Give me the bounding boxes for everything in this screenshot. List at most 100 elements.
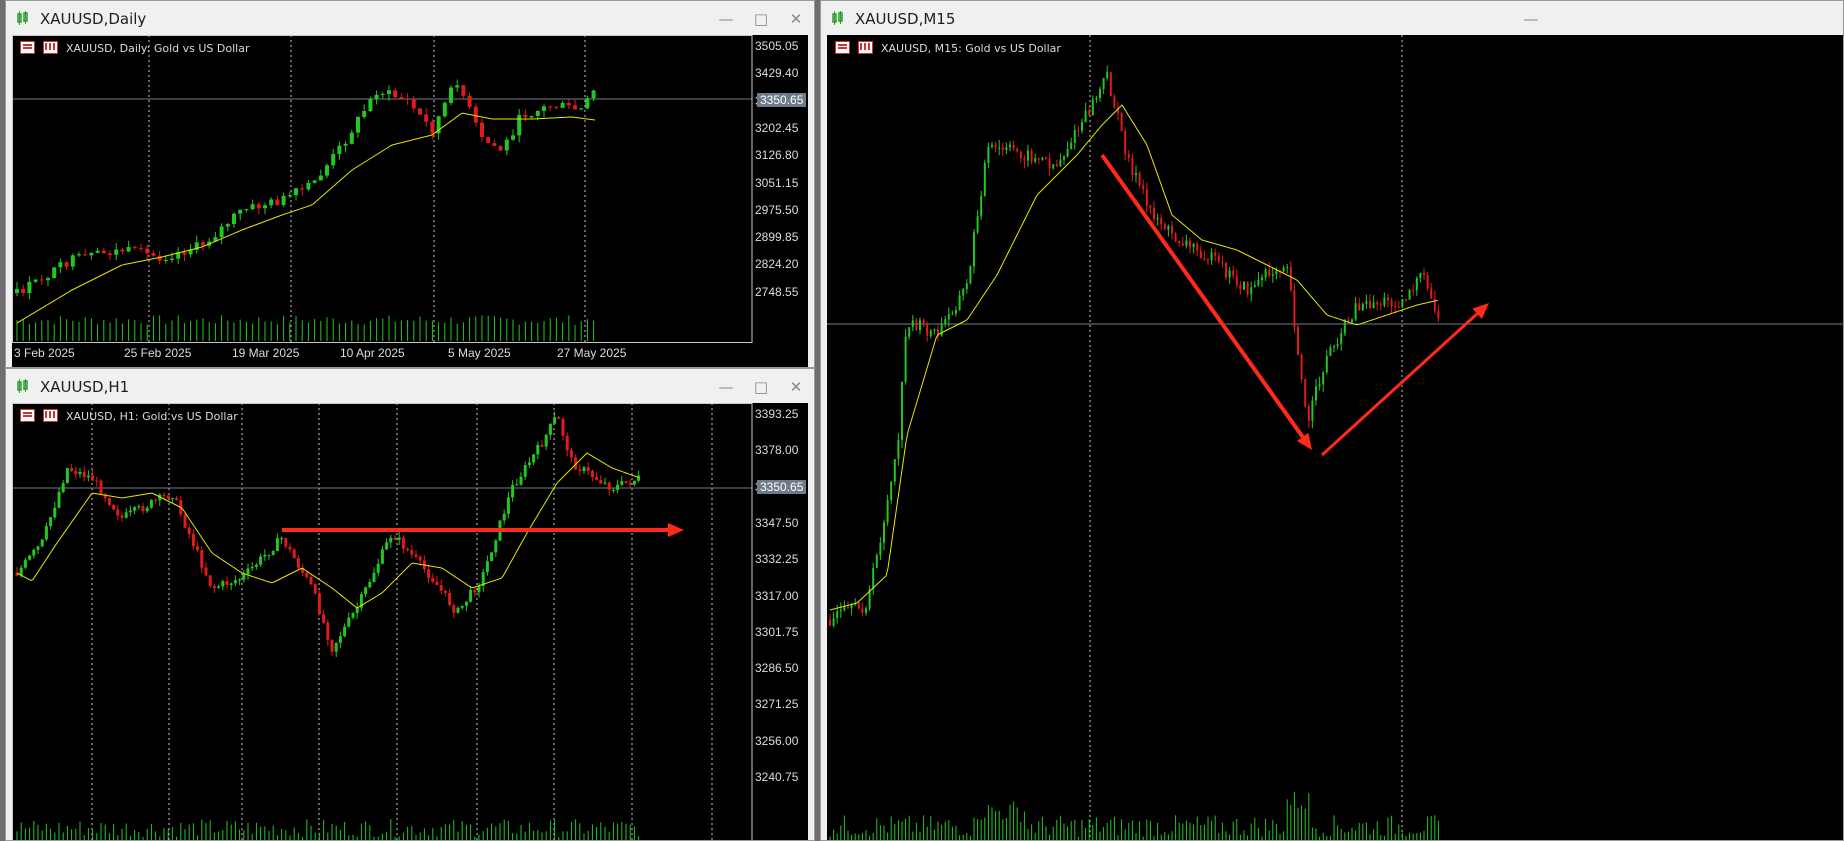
candle-body	[368, 98, 373, 111]
price-axis-label: 3256.00	[755, 733, 799, 748]
candle-body	[1149, 205, 1152, 208]
time-axis-label: 19 Mar 2025	[232, 346, 300, 360]
chart-canvas-m15[interactable]: XAUUSD, M15: Gold vs US Dollar	[827, 35, 1843, 840]
candle-body	[1009, 144, 1011, 148]
chart-menu-icon[interactable]	[835, 41, 850, 54]
candle-body	[309, 576, 313, 585]
candle-body	[519, 476, 523, 485]
candle-body	[263, 205, 267, 209]
chart-window-daily[interactable]: XAUUSD,Daily — □ ✕ XAUUSD, Daily: Gold v…	[5, 0, 815, 368]
window-titlebar[interactable]: XAUUSD,Daily — □ ✕	[6, 1, 814, 35]
price-chart[interactable]	[827, 35, 1844, 841]
candle-body	[300, 188, 305, 190]
window-titlebar[interactable]: XAUUSD,H1 — □ ✕	[6, 369, 814, 403]
candle-body	[532, 454, 536, 463]
price-axis-label: 2899.85	[755, 230, 799, 245]
candle-body	[1232, 270, 1235, 276]
price-chart[interactable]	[12, 403, 810, 841]
candle-body	[511, 484, 515, 498]
minimize-icon[interactable]: —	[716, 9, 736, 29]
candle-body	[137, 506, 141, 508]
candle-body	[1210, 252, 1213, 260]
chart-window-h1[interactable]: XAUUSD,H1 — □ ✕ XAUUSD, H1: Gold vs US D…	[5, 368, 815, 841]
close-icon[interactable]: ✕	[786, 377, 806, 397]
chart-canvas-h1[interactable]: XAUUSD, H1: Gold vs US Dollar 3393.25 337…	[12, 403, 808, 840]
candle-body	[107, 498, 111, 505]
price-axis-label: 3301.75	[755, 624, 799, 639]
candle-body	[886, 500, 889, 523]
candle-body	[401, 537, 405, 549]
price-axis-label: 3505.05	[755, 39, 799, 53]
chart-canvas-daily[interactable]: XAUUSD, Daily: Gold vs US Dollar 3505.05…	[12, 35, 808, 367]
candle-body	[492, 143, 497, 147]
candle-body	[632, 480, 636, 485]
candle-body	[1246, 281, 1249, 295]
minimize-icon[interactable]: —	[1521, 9, 1541, 29]
candle-body	[163, 259, 168, 261]
candle-body	[254, 564, 258, 567]
candle-body	[1163, 224, 1166, 230]
candle-body	[1307, 406, 1310, 421]
candle-body	[926, 324, 929, 336]
time-axis-label: 10 Apr 2025	[340, 346, 405, 360]
candle-body	[1329, 347, 1332, 356]
candle-body	[1225, 262, 1227, 278]
maximize-icon[interactable]: □	[751, 9, 771, 29]
candle-body	[553, 417, 557, 424]
candle-body	[435, 581, 439, 586]
chart-type-icon[interactable]	[43, 41, 58, 54]
window-title: XAUUSD,H1	[40, 378, 130, 396]
candle-body	[124, 512, 128, 518]
minimize-icon[interactable]: —	[716, 377, 736, 397]
candle-body	[1059, 159, 1062, 167]
candle-body	[1081, 122, 1083, 131]
candle-body	[1019, 151, 1022, 159]
candle-body	[183, 514, 187, 528]
candle-body	[23, 559, 27, 568]
candle-body	[940, 323, 943, 336]
candle-body	[517, 114, 522, 136]
candle-body	[579, 108, 584, 110]
chart-menu-icon[interactable]	[20, 409, 35, 422]
price-chart[interactable]	[12, 35, 810, 368]
window-titlebar[interactable]: XAUUSD,M15 —	[821, 1, 1843, 35]
current-price-tag: 3350.65	[757, 480, 807, 494]
candle-body	[976, 216, 979, 233]
chart-window-m15[interactable]: XAUUSD,M15 — XAUUSD, M15: Gold vs US Dol…	[820, 0, 1844, 841]
candle-body	[573, 105, 577, 110]
candle-body	[166, 495, 170, 499]
candle-body	[410, 550, 414, 555]
maximize-icon[interactable]: □	[751, 377, 771, 397]
candle-body	[850, 604, 853, 609]
chart-type-icon[interactable]	[43, 409, 58, 422]
candle-body	[607, 482, 611, 490]
candle-body	[305, 572, 309, 577]
candle-body	[1138, 172, 1141, 186]
candle-body	[1077, 130, 1080, 132]
candle-body	[1437, 311, 1440, 319]
chart-symbol-label: XAUUSD, H1: Gold vs US Dollar	[66, 410, 238, 423]
candle-body	[133, 507, 137, 511]
candle-body	[58, 262, 63, 268]
candle-body	[362, 110, 367, 117]
candle-body	[515, 484, 519, 486]
candle-body	[542, 106, 546, 111]
candle-body	[944, 319, 947, 324]
candle-body	[318, 175, 323, 181]
candle-body	[1120, 112, 1123, 132]
chart-type-icon[interactable]	[858, 41, 873, 54]
candle-body	[1174, 233, 1177, 241]
candle-body	[473, 106, 478, 123]
candle-body	[244, 209, 249, 211]
candle-body	[393, 90, 398, 98]
candle-body	[1052, 164, 1055, 169]
candle-body	[116, 509, 120, 516]
candle-body	[250, 204, 255, 210]
candle-body	[1365, 301, 1368, 304]
chart-menu-icon[interactable]	[20, 41, 35, 54]
candle-body	[1354, 303, 1357, 320]
close-icon[interactable]: ✕	[786, 9, 806, 29]
candle-body	[1304, 379, 1307, 407]
candle-body	[591, 90, 596, 99]
candle-body	[1250, 287, 1253, 295]
